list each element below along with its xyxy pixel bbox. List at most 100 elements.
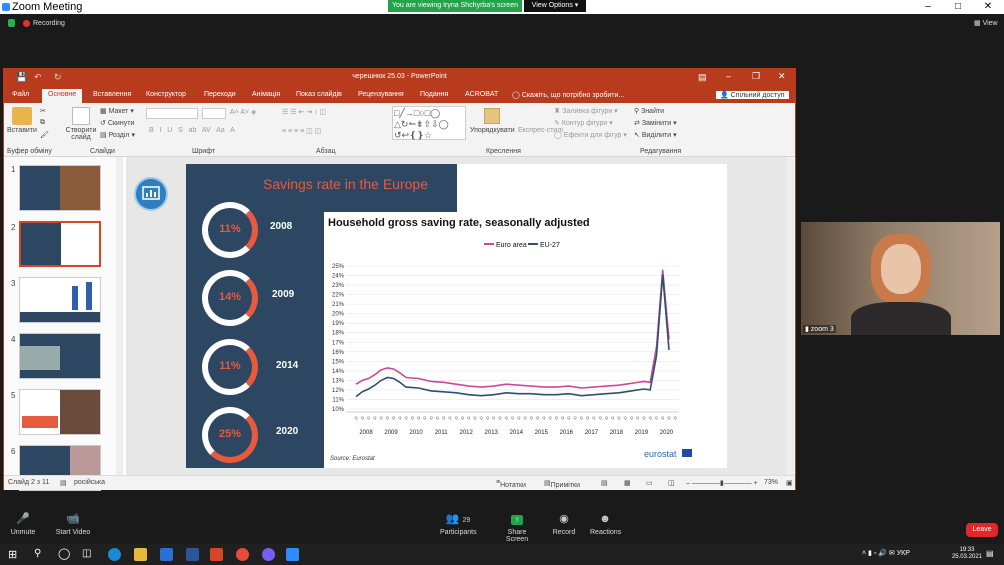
reset-button[interactable]: ↺ Скинути [100, 119, 134, 127]
quarter-tick: Q [636, 415, 639, 420]
minimize-icon[interactable]: – [918, 0, 938, 14]
edit-scrollbar[interactable] [786, 157, 794, 475]
slideshow-icon[interactable]: ◫ [668, 479, 675, 487]
shape-fill-button[interactable]: ♜ Заливка фігури ▾ [554, 107, 618, 115]
share-button[interactable]: 👤 Спільний доступ [716, 91, 789, 99]
copy-icon[interactable]: ⧉ [40, 119, 45, 127]
format-painter-icon[interactable]: 🖌 [40, 131, 49, 139]
slide-sorter-icon[interactable]: ▦ [624, 479, 631, 487]
ring-year: 2014 [276, 360, 299, 371]
task-view-icon[interactable]: ◫ [82, 548, 91, 559]
leave-button[interactable]: Leave [966, 523, 998, 537]
tab-home[interactable]: Основне [42, 89, 83, 103]
language-label[interactable]: російська [74, 479, 105, 486]
find-button[interactable]: ⚲ Знайти [634, 107, 664, 115]
new-slide-icon[interactable] [72, 107, 90, 125]
fit-slide-icon[interactable]: ▣ [786, 479, 793, 487]
arrange-icon[interactable] [484, 108, 500, 124]
cut-icon[interactable]: ✂ [40, 107, 46, 115]
unmute-button[interactable]: 🎤 Unmute [8, 512, 38, 536]
shapes-gallery[interactable]: □╱→□○□◯ △↻↼⇟⇧⇩◯ ↺↩❴❵☆ [392, 106, 466, 140]
shield-icon [8, 19, 15, 28]
thumbs-scrollbar[interactable] [116, 157, 123, 475]
tab-review[interactable]: Рецензування [358, 91, 404, 98]
tell-me-box[interactable]: ◯ Скажіть, що потрібно зробити... [512, 91, 624, 99]
search-icon[interactable]: ⚲ [34, 548, 41, 559]
start-video-button[interactable]: 📹 Start Video [54, 512, 92, 536]
notes-button[interactable]: ≡ Нотатки [496, 479, 526, 489]
notifications-icon[interactable]: ▤ [986, 549, 994, 558]
slide-thumbnail[interactable] [19, 389, 101, 435]
file-explorer-icon[interactable] [134, 548, 147, 561]
font-style-buttons[interactable]: B I U S ab AV Aa A [149, 127, 235, 134]
zoom-level[interactable]: 73% [764, 479, 778, 486]
tab-file[interactable]: Файл [12, 91, 29, 98]
close-icon[interactable]: ✕ [978, 0, 998, 14]
ribbon-display-icon[interactable]: ▤ [698, 72, 707, 83]
tab-slideshow[interactable]: Показ слайдів [296, 91, 342, 98]
cortana-icon[interactable]: ◯ [58, 547, 70, 560]
participants-button[interactable]: 👥 29 Participants [440, 512, 477, 536]
font-size-controls[interactable]: A˄ A˅ ◈ [230, 108, 256, 116]
comments-button[interactable]: ▤ Примітки [544, 479, 580, 489]
calendar-app-icon[interactable] [160, 548, 173, 561]
view-options-button[interactable]: View Options ▾ [524, 0, 586, 12]
tray-icons[interactable]: ˄ ▮ ▫ 🔊 ✉ УКР [862, 549, 910, 557]
maximize-icon[interactable]: □ [948, 0, 968, 14]
shape-outline-label: Контур фігури [561, 120, 608, 127]
ppt-restore-icon[interactable]: ❐ [752, 71, 760, 82]
slide-thumbnail[interactable] [19, 165, 101, 211]
participant-video[interactable]: ▮ zoom 3 [801, 222, 1000, 335]
zoom-taskbar-icon[interactable] [286, 548, 299, 561]
paste-button[interactable]: Вставити [7, 127, 37, 134]
tab-insert[interactable]: Вставлення [93, 91, 131, 98]
group-font: Шрифт [192, 148, 216, 155]
tab-animations[interactable]: Анімація [252, 91, 280, 98]
quarter-tick: Q [398, 415, 401, 420]
share-screen-button[interactable]: ↑ Share Screen [498, 512, 536, 543]
current-slide[interactable]: Savings rate in the Europe 11% 2008 14% … [186, 164, 727, 468]
tab-acrobat[interactable]: ACROBAT [465, 91, 498, 98]
font-family-field[interactable] [146, 108, 198, 119]
quarter-tick: Q [567, 415, 570, 420]
shape-outline-button[interactable]: ✎ Контур фігури ▾ [554, 119, 613, 127]
y-tick-label: 16% [332, 350, 345, 356]
arrange-button[interactable]: Упорядкувати [470, 127, 515, 134]
select-button[interactable]: ↖ Виділити ▾ [634, 131, 677, 139]
chrome-icon[interactable] [236, 548, 249, 561]
windows-start-icon[interactable]: ⊞ [8, 548, 17, 561]
layout-button[interactable]: ▦ Макет ▾ [100, 107, 134, 115]
edge-icon[interactable] [108, 548, 121, 561]
slide-thumbnail[interactable] [19, 277, 101, 323]
list-buttons[interactable]: ☰ ☰ ⇤ ⇥ ↕ ◫ [282, 108, 326, 116]
x-tick-label: 2019 [635, 430, 649, 436]
word-icon[interactable] [186, 548, 199, 561]
ppt-minimize-icon[interactable]: – [726, 71, 731, 81]
replace-button[interactable]: ⇄ Замінити ▾ [634, 119, 677, 127]
powerpoint-icon[interactable] [210, 548, 223, 561]
reading-view-icon[interactable]: ▭ [646, 479, 653, 487]
x-tick-label: 2013 [485, 430, 499, 436]
clock[interactable]: 19:33 25.03.2021 [952, 547, 982, 561]
tab-view[interactable]: Подання [420, 91, 448, 98]
proofing-icon[interactable]: ▤ [60, 479, 67, 487]
tab-design[interactable]: Конструктор [146, 91, 186, 98]
slide-thumbnail-selected[interactable] [19, 221, 101, 267]
font-size-field[interactable] [202, 108, 226, 119]
new-slide-button[interactable]: Створити слайд [64, 127, 98, 141]
paste-icon[interactable] [12, 107, 32, 125]
section-button[interactable]: ▤ Розділ ▾ [100, 131, 135, 139]
zoom-slider[interactable]: – ————▮———— + [686, 479, 758, 487]
reactions-button[interactable]: ☻ Reactions [590, 512, 621, 536]
align-buttons[interactable]: ≡ ≡ ≡ ≡ ◫ ◫ [282, 127, 321, 135]
tab-transitions[interactable]: Переходи [204, 91, 236, 98]
normal-view-icon[interactable]: ▤ [601, 479, 608, 487]
record-label: Record [552, 529, 576, 536]
recording-indicator[interactable]: Recording [8, 19, 65, 29]
viber-icon[interactable] [262, 548, 275, 561]
view-button[interactable]: ▦ View [974, 19, 998, 27]
shape-effects-button[interactable]: ◯ Ефекти для фігур ▾ [554, 131, 627, 139]
slide-thumbnail[interactable] [19, 333, 101, 379]
record-button[interactable]: ◉ Record [552, 512, 576, 536]
ppt-close-icon[interactable]: ✕ [778, 71, 786, 82]
